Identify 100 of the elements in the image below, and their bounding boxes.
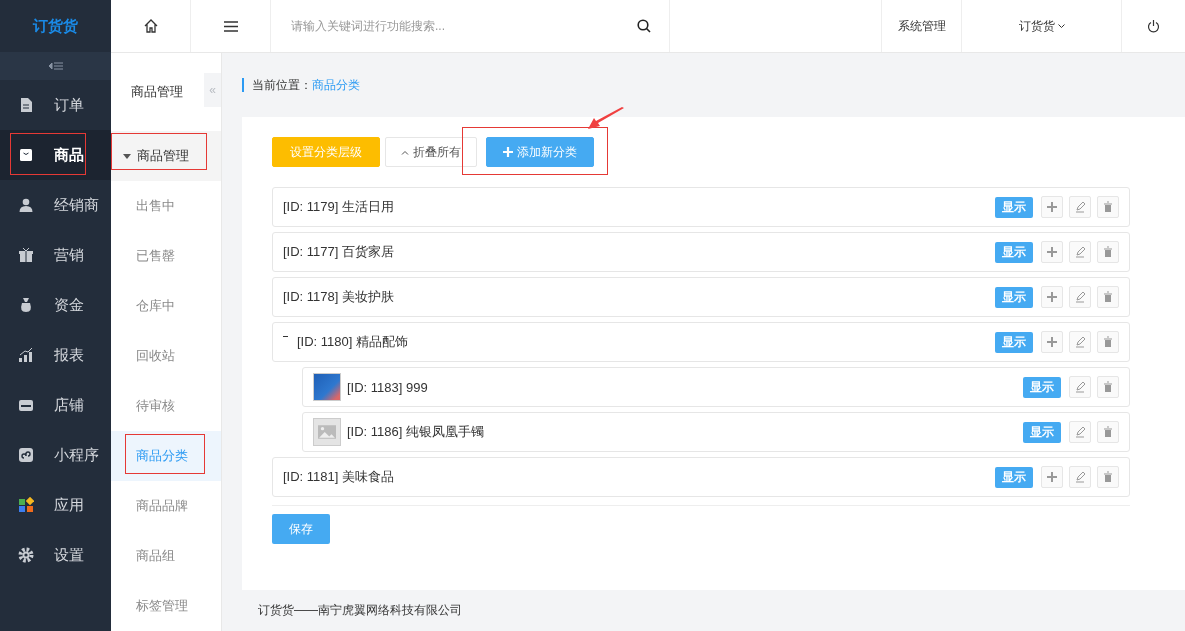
- subnav-item[interactable]: 出售中: [111, 181, 221, 231]
- collapse-sidebar-button[interactable]: [0, 52, 111, 80]
- nav-icon: [18, 247, 34, 263]
- nav-item[interactable]: 店铺: [0, 380, 111, 430]
- nav-icon: [18, 147, 34, 163]
- edit-icon: [1074, 291, 1086, 303]
- delete-icon: [1102, 336, 1114, 348]
- nav-icon: [18, 397, 34, 413]
- nav-item[interactable]: 订单: [0, 80, 111, 130]
- nav-item[interactable]: 经销商: [0, 180, 111, 230]
- add-icon: [1046, 336, 1058, 348]
- pointer-arrow-icon: [586, 107, 626, 131]
- subnav-item[interactable]: 商品品牌: [111, 481, 221, 531]
- delete-icon: [1102, 381, 1114, 393]
- menu-icon: [223, 20, 238, 32]
- collapse-all-button[interactable]: 折叠所有: [385, 137, 477, 167]
- subnav-group[interactable]: 商品管理: [111, 131, 221, 181]
- plus-icon: [503, 147, 513, 157]
- edit-button[interactable]: [1069, 331, 1091, 353]
- image-placeholder-icon: [313, 418, 341, 446]
- delete-button[interactable]: [1097, 241, 1119, 263]
- delete-button[interactable]: [1097, 376, 1119, 398]
- nav-icon: [18, 547, 34, 563]
- category-name: [ID: 1177] 百货家居: [283, 243, 395, 261]
- add-icon: [1046, 246, 1058, 258]
- photo-placeholder: [313, 373, 341, 401]
- nav-item[interactable]: 应用: [0, 480, 111, 530]
- category-name: [ID: 1186] 纯银凤凰手镯: [347, 423, 485, 441]
- nav-item[interactable]: 报表: [0, 330, 111, 380]
- nav-item[interactable]: 营销: [0, 230, 111, 280]
- home-icon: [143, 19, 158, 33]
- category-row[interactable]: [ID: 1181] 美味食品 显示: [272, 457, 1130, 497]
- category-row[interactable]: [ID: 1177] 百货家居 显示: [272, 232, 1130, 272]
- category-row[interactable]: [ID: 1178] 美妆护肤 显示: [272, 277, 1130, 317]
- category-name: [ID: 1180] 精品配饰: [297, 333, 409, 351]
- nav-icon: [18, 97, 34, 113]
- add-button[interactable]: [1041, 196, 1063, 218]
- delete-button[interactable]: [1097, 421, 1119, 443]
- nav-item[interactable]: 资金: [0, 280, 111, 330]
- edit-icon: [1074, 246, 1086, 258]
- add-button[interactable]: [1041, 286, 1063, 308]
- search-icon: [637, 19, 651, 33]
- category-name: [ID: 1183] 999: [347, 379, 429, 395]
- nav-icon: [18, 497, 34, 513]
- footer-text: 订货货——南宁虎翼网络科技有限公司: [257, 602, 463, 619]
- delete-button[interactable]: [1097, 331, 1119, 353]
- subnav-item[interactable]: 回收站: [111, 331, 221, 381]
- breadcrumb-label: 当前位置：: [252, 76, 312, 94]
- edit-button[interactable]: [1069, 376, 1091, 398]
- add-icon: [1046, 201, 1058, 213]
- delete-icon: [1102, 471, 1114, 483]
- nav-icon: [18, 297, 34, 313]
- edit-button[interactable]: [1069, 466, 1091, 488]
- add-button[interactable]: [1041, 466, 1063, 488]
- edit-icon: [1074, 426, 1086, 438]
- nav-icon: [18, 447, 34, 463]
- category-name: [ID: 1178] 美妆护肤: [283, 288, 395, 306]
- category-row[interactable]: [ID: 1179] 生活日用 显示: [272, 187, 1130, 227]
- delete-icon: [1102, 291, 1114, 303]
- delete-button[interactable]: [1097, 196, 1119, 218]
- delete-button[interactable]: [1097, 466, 1119, 488]
- edit-button[interactable]: [1069, 286, 1091, 308]
- logo: 订货货: [31, 15, 79, 36]
- nav-icon: [18, 347, 34, 363]
- subnav-item[interactable]: 仓库中: [111, 281, 221, 331]
- subnav-item[interactable]: 待审核: [111, 381, 221, 431]
- chevron-up-icon: [401, 149, 409, 155]
- delete-icon: [1102, 201, 1114, 213]
- delete-icon: [1102, 426, 1114, 438]
- add-button[interactable]: [1041, 331, 1063, 353]
- category-name: [ID: 1181] 美味食品: [283, 468, 395, 486]
- add-button[interactable]: [1041, 241, 1063, 263]
- collapse-icon: [48, 62, 63, 70]
- nav-item[interactable]: 设置: [0, 530, 111, 580]
- chevron-down-icon: [1057, 23, 1065, 29]
- edit-icon: [1074, 471, 1086, 483]
- delete-button[interactable]: [1097, 286, 1119, 308]
- edit-icon: [1074, 201, 1086, 213]
- subnav-title: 商品管理: [131, 83, 183, 101]
- edit-icon: [1074, 336, 1086, 348]
- account-menu[interactable]: 订货货: [962, 0, 1122, 52]
- add-icon: [1046, 291, 1058, 303]
- power-icon: [1147, 19, 1160, 33]
- delete-icon: [1102, 246, 1114, 258]
- category-row[interactable]: [ID: 1183] 999 显示: [302, 367, 1130, 407]
- subnav-item[interactable]: 商品组: [111, 531, 221, 581]
- edit-button[interactable]: [1069, 196, 1091, 218]
- category-row[interactable]: [ID: 1186] 纯银凤凰手镯 显示: [302, 412, 1130, 452]
- edit-icon: [1074, 381, 1086, 393]
- add-icon: [1046, 471, 1058, 483]
- nav-icon: [18, 197, 34, 213]
- nav-item[interactable]: 小程序: [0, 430, 111, 480]
- subnav-item[interactable]: 已售罄: [111, 231, 221, 281]
- edit-button[interactable]: [1069, 241, 1091, 263]
- category-name: [ID: 1179] 生活日用: [283, 198, 395, 216]
- subnav-item[interactable]: 标签管理: [111, 581, 221, 631]
- system-menu-link[interactable]: 系统管理: [882, 0, 962, 52]
- edit-button[interactable]: [1069, 421, 1091, 443]
- category-row[interactable]: [ID: 1180] 精品配饰 显示: [272, 322, 1130, 362]
- nav-item[interactable]: 商品: [0, 130, 111, 180]
